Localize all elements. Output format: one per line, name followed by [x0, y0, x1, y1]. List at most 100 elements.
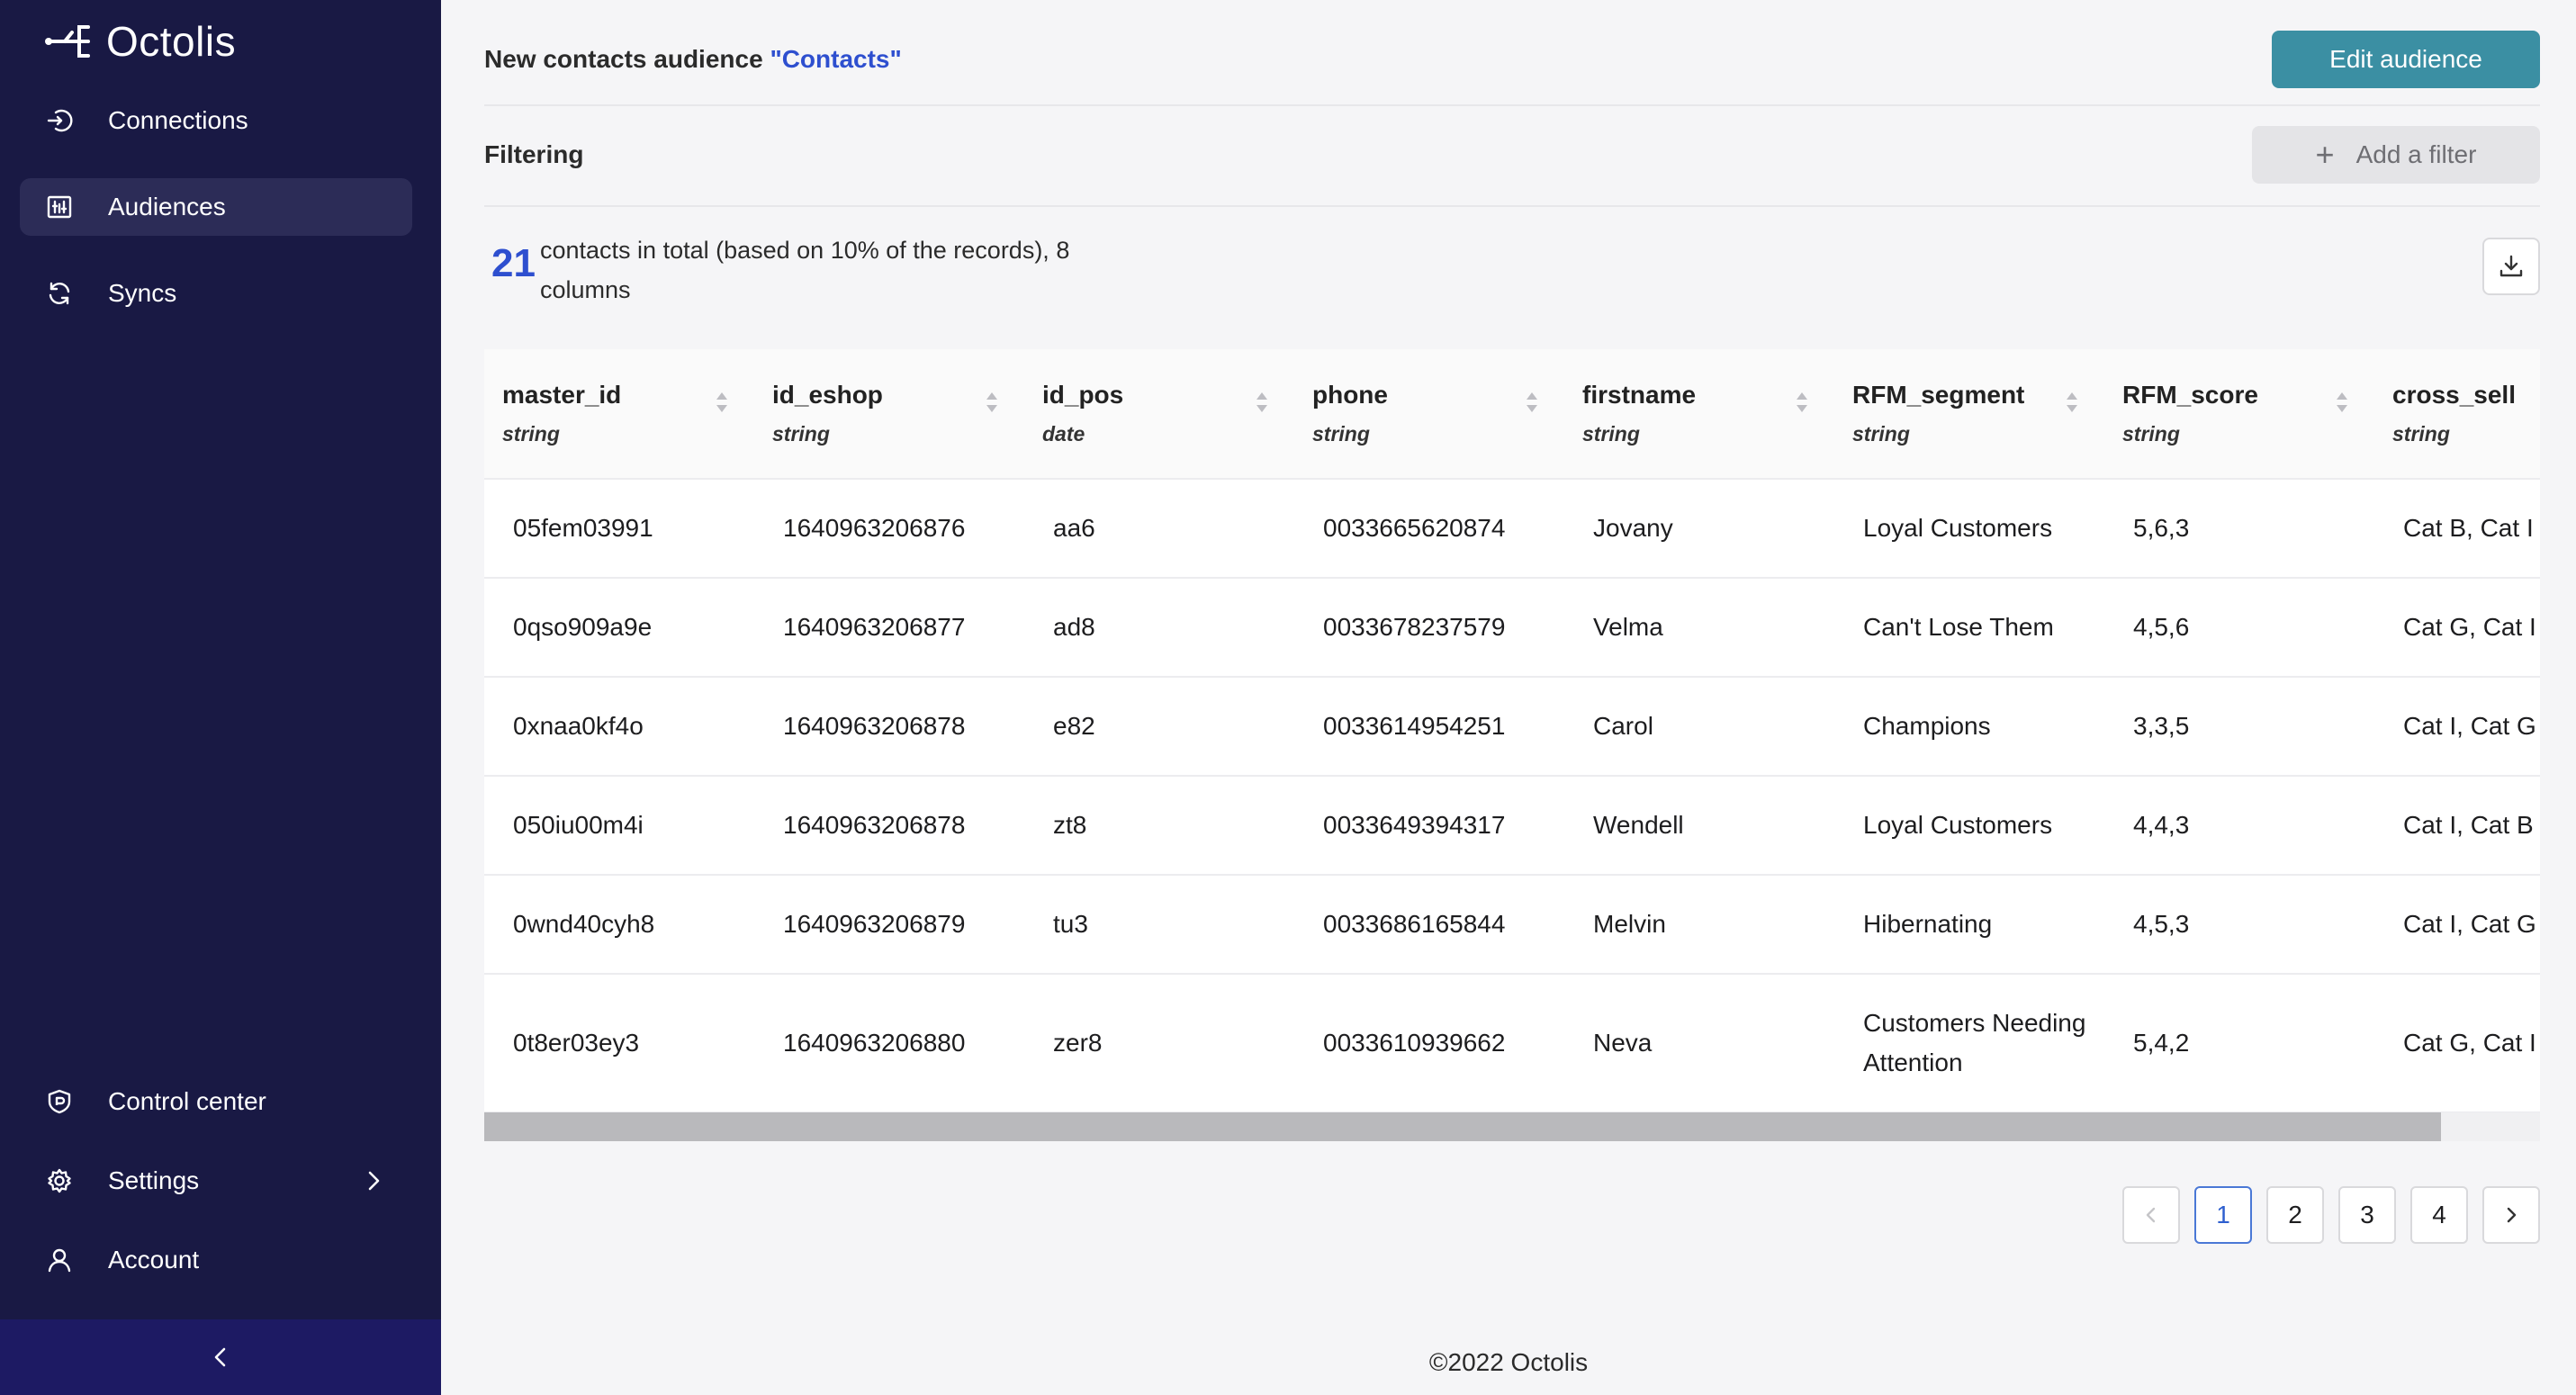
- sidebar-item-label: Connections: [108, 106, 248, 134]
- sidebar-item-connections[interactable]: Connections: [20, 92, 412, 149]
- table-cell: 050iu00m4i: [484, 776, 754, 876]
- column-type: string: [2122, 422, 2180, 446]
- table-cell: aa6: [1024, 479, 1294, 579]
- divider: [484, 205, 2540, 207]
- table-cell: 1640963206879: [754, 875, 1024, 975]
- column-header-phone[interactable]: phone string: [1294, 349, 1564, 480]
- chevron-left-icon: [2146, 1207, 2156, 1223]
- download-icon: [2499, 255, 2523, 277]
- table-cell: 0qso909a9e: [484, 578, 754, 678]
- pagination-page-1[interactable]: 1: [2194, 1186, 2252, 1244]
- logo[interactable]: Octolis: [43, 18, 236, 65]
- add-filter-button[interactable]: + Add a filter: [2252, 126, 2540, 184]
- add-filter-label: Add a filter: [2355, 140, 2477, 168]
- main-content: New contacts audience "Contacts" Edit au…: [441, 0, 2576, 1395]
- table-cell: Cat B, Cat I: [2374, 479, 2540, 579]
- edit-audience-button[interactable]: Edit audience: [2272, 31, 2540, 88]
- user-icon: [45, 1246, 74, 1274]
- table-cell: Champions: [1834, 677, 2104, 777]
- page-title: New contacts audience "Contacts": [484, 45, 902, 74]
- table-cell: Cat I, Cat B: [2374, 776, 2540, 876]
- table-cell: 4,5,3: [2104, 875, 2374, 975]
- table-row[interactable]: 0wnd40cyh8 1640963206879 tu3 0033686165844 M…: [484, 875, 2540, 975]
- scrollbar-thumb[interactable]: [484, 1112, 2441, 1141]
- footer-copyright: ©2022 Octolis: [1428, 1348, 1589, 1376]
- audience-name-link[interactable]: "Contacts": [770, 45, 901, 73]
- column-header-id-pos[interactable]: id_pos date: [1024, 349, 1294, 480]
- contacts-summary-text: contacts in total (based on 10% of the r…: [540, 237, 1070, 303]
- chevron-right-icon: [2507, 1207, 2517, 1223]
- table-cell: 5,6,3: [2104, 479, 2374, 579]
- contacts-table: master_id string id_eshop string id_pos date p…: [484, 349, 2540, 1141]
- sidebar: Octolis Connections Audiences Syncs Cont…: [0, 0, 441, 1395]
- column-header-rfm-segment[interactable]: RFM_segment string: [1834, 349, 2104, 480]
- table-cell: 1640963206878: [754, 677, 1024, 777]
- table-cell: 4,4,3: [2104, 776, 2374, 876]
- table-row[interactable]: 0t8er03ey3 1640963206880 zer8 0033610939662…: [484, 974, 2540, 1113]
- table-cell: 4,5,6: [2104, 578, 2374, 678]
- table-cell: 1640963206876: [754, 479, 1024, 579]
- sidebar-item-syncs[interactable]: Syncs: [20, 265, 412, 322]
- filtering-label: Filtering: [484, 140, 584, 168]
- table-cell: 0033686165844: [1294, 875, 1564, 975]
- table-cell: Wendell: [1564, 776, 1834, 876]
- table-cell: Loyal Customers: [1834, 479, 2104, 579]
- table-cell: 05fem03991: [484, 479, 754, 579]
- table-cell: 0wnd40cyh8: [484, 875, 754, 975]
- column-header-master-id[interactable]: master_id string: [484, 349, 754, 480]
- sort-icon[interactable]: [2335, 389, 2349, 416]
- table-cell: Carol: [1564, 677, 1834, 777]
- pagination-page-3[interactable]: 3: [2338, 1186, 2396, 1244]
- shield-icon: [45, 1087, 74, 1116]
- table-cell: Jovany: [1564, 479, 1834, 579]
- sidebar-item-account[interactable]: Account: [20, 1231, 412, 1289]
- table-cell: Hibernating: [1834, 875, 2104, 975]
- octolis-logo-icon: [45, 25, 90, 58]
- sidebar-item-control-center[interactable]: Control center: [20, 1073, 412, 1130]
- column-header-firstname[interactable]: firstname string: [1564, 349, 1834, 480]
- table-cell: 3,3,5: [2104, 677, 2374, 777]
- column-type: string: [1582, 422, 1640, 446]
- table-cell: e82: [1024, 677, 1294, 777]
- table-row[interactable]: 05fem03991 1640963206876 aa6 0033665620874 J…: [484, 479, 2540, 579]
- sort-icon[interactable]: [715, 389, 729, 416]
- table-row[interactable]: 0qso909a9e 1640963206877 ad8 0033678237579 V…: [484, 578, 2540, 678]
- sort-icon[interactable]: [985, 389, 999, 416]
- gear-icon: [45, 1166, 74, 1195]
- column-type: date: [1042, 422, 1085, 446]
- sidebar-collapse-button[interactable]: [0, 1319, 441, 1395]
- table-header-row: master_id string id_eshop string id_pos date p…: [484, 349, 2540, 480]
- table-cell: 0033614954251: [1294, 677, 1564, 777]
- sidebar-item-label: Settings: [108, 1166, 200, 1194]
- contacts-count: 21: [491, 241, 536, 285]
- table-cell: Neva: [1564, 974, 1834, 1113]
- column-header-id-eshop[interactable]: id_eshop string: [754, 349, 1024, 480]
- column-type: string: [1312, 422, 1370, 446]
- table-cell: Cat G, Cat I: [2374, 974, 2540, 1113]
- table-cell: Cat I, Cat G: [2374, 677, 2540, 777]
- sort-icon[interactable]: [1525, 389, 1539, 416]
- pagination-next-button[interactable]: [2482, 1186, 2540, 1244]
- table-row[interactable]: 050iu00m4i 1640963206878 zt8 0033649394317 W…: [484, 776, 2540, 876]
- download-button[interactable]: [2482, 238, 2540, 295]
- column-header-rfm-score[interactable]: RFM_score string: [2104, 349, 2374, 480]
- column-type: string: [1852, 422, 1910, 446]
- table-row[interactable]: 0xnaa0kf4o 1640963206878 e82 0033614954251 C…: [484, 677, 2540, 777]
- column-header-cross-sell[interactable]: cross_sell string: [2374, 349, 2540, 480]
- pagination-prev-button[interactable]: [2122, 1186, 2180, 1244]
- table-cell: Velma: [1564, 578, 1834, 678]
- table-cell: 0033610939662: [1294, 974, 1564, 1113]
- sidebar-item-settings[interactable]: Settings: [20, 1152, 412, 1210]
- sidebar-item-audiences[interactable]: Audiences: [20, 178, 412, 236]
- sort-icon[interactable]: [1795, 389, 1809, 416]
- table-cell: Melvin: [1564, 875, 1834, 975]
- pagination-page-4[interactable]: 4: [2410, 1186, 2468, 1244]
- sort-icon[interactable]: [2065, 389, 2079, 416]
- sort-icon[interactable]: [1255, 389, 1269, 416]
- table-cell: 5,4,2: [2104, 974, 2374, 1113]
- app-name: Octolis: [106, 18, 237, 65]
- pagination-page-2[interactable]: 2: [2266, 1186, 2324, 1244]
- column-type: string: [2392, 422, 2450, 446]
- divider: [484, 104, 2540, 106]
- horizontal-scrollbar[interactable]: [484, 1112, 2540, 1141]
